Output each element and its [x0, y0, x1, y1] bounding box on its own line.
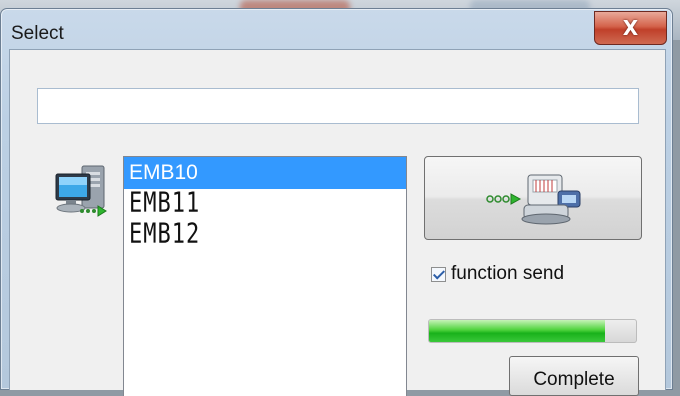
list-item-emb11[interactable]: EMB11	[124, 188, 406, 221]
complete-button[interactable]: Complete	[509, 356, 639, 396]
progress-fill	[429, 320, 605, 342]
send-to-machine-button[interactable]	[424, 156, 642, 240]
close-button[interactable]: X	[594, 11, 667, 45]
function-send-label: function send	[451, 263, 565, 284]
progress-bar	[428, 319, 637, 343]
list-item-emb10[interactable]: EMB10	[124, 157, 406, 189]
select-dialog: Select X EMB10 EMB11 EMB12 function send…	[0, 8, 673, 396]
device-listbox[interactable]: EMB10 EMB11 EMB12	[123, 156, 407, 396]
dialog-client-area: EMB10 EMB11 EMB12 function send Complete	[9, 49, 666, 396]
list-item-emb12[interactable]: EMB12	[124, 219, 406, 252]
close-icon: X	[622, 16, 639, 40]
function-send-checkbox[interactable]	[431, 266, 446, 282]
send-to-embroidery-machine-icon	[486, 174, 581, 225]
path-input[interactable]	[37, 88, 639, 124]
function-send-row[interactable]: function send	[431, 263, 564, 285]
window-title: Select	[11, 23, 64, 44]
computer-send-icon	[55, 165, 107, 217]
